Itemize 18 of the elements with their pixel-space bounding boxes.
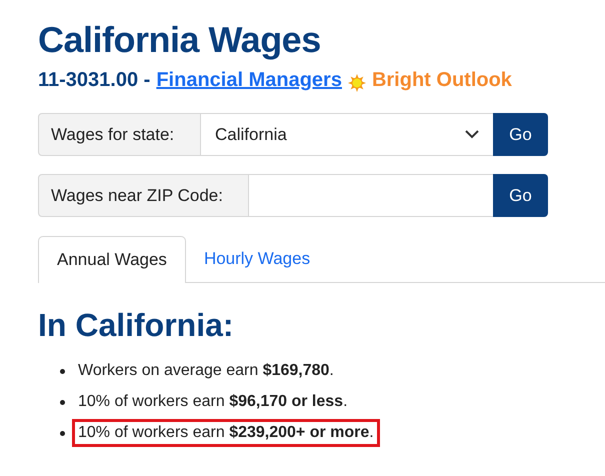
wage-fact: 10% of workers earn $96,170 or less. xyxy=(77,392,349,412)
wage-fact: 10% of workers earn $239,200+ or more. xyxy=(72,419,380,447)
field-label: Wages for state: xyxy=(38,113,201,156)
sun-icon xyxy=(348,74,366,92)
state-dropdown[interactable]: California xyxy=(201,113,493,156)
occupation-code: 11-3031.00 - xyxy=(38,68,150,93)
wage-fact: Workers on average earn $169,780. xyxy=(77,361,335,381)
field-label: Wages near ZIP Code: xyxy=(38,174,249,217)
go-button[interactable]: Go xyxy=(493,113,548,156)
section-title: In California: xyxy=(38,306,234,345)
chevron-down-icon xyxy=(465,130,479,139)
wage-tab[interactable]: Hourly Wages xyxy=(186,236,328,282)
go-button[interactable]: Go xyxy=(493,174,548,217)
page-title: California Wages xyxy=(38,18,321,62)
outlook-label: Bright Outlook xyxy=(372,68,512,93)
wage-tab[interactable]: Annual Wages xyxy=(38,236,186,283)
occupation-link[interactable]: Financial Managers xyxy=(156,66,342,94)
zip-input-field[interactable] xyxy=(249,174,493,217)
